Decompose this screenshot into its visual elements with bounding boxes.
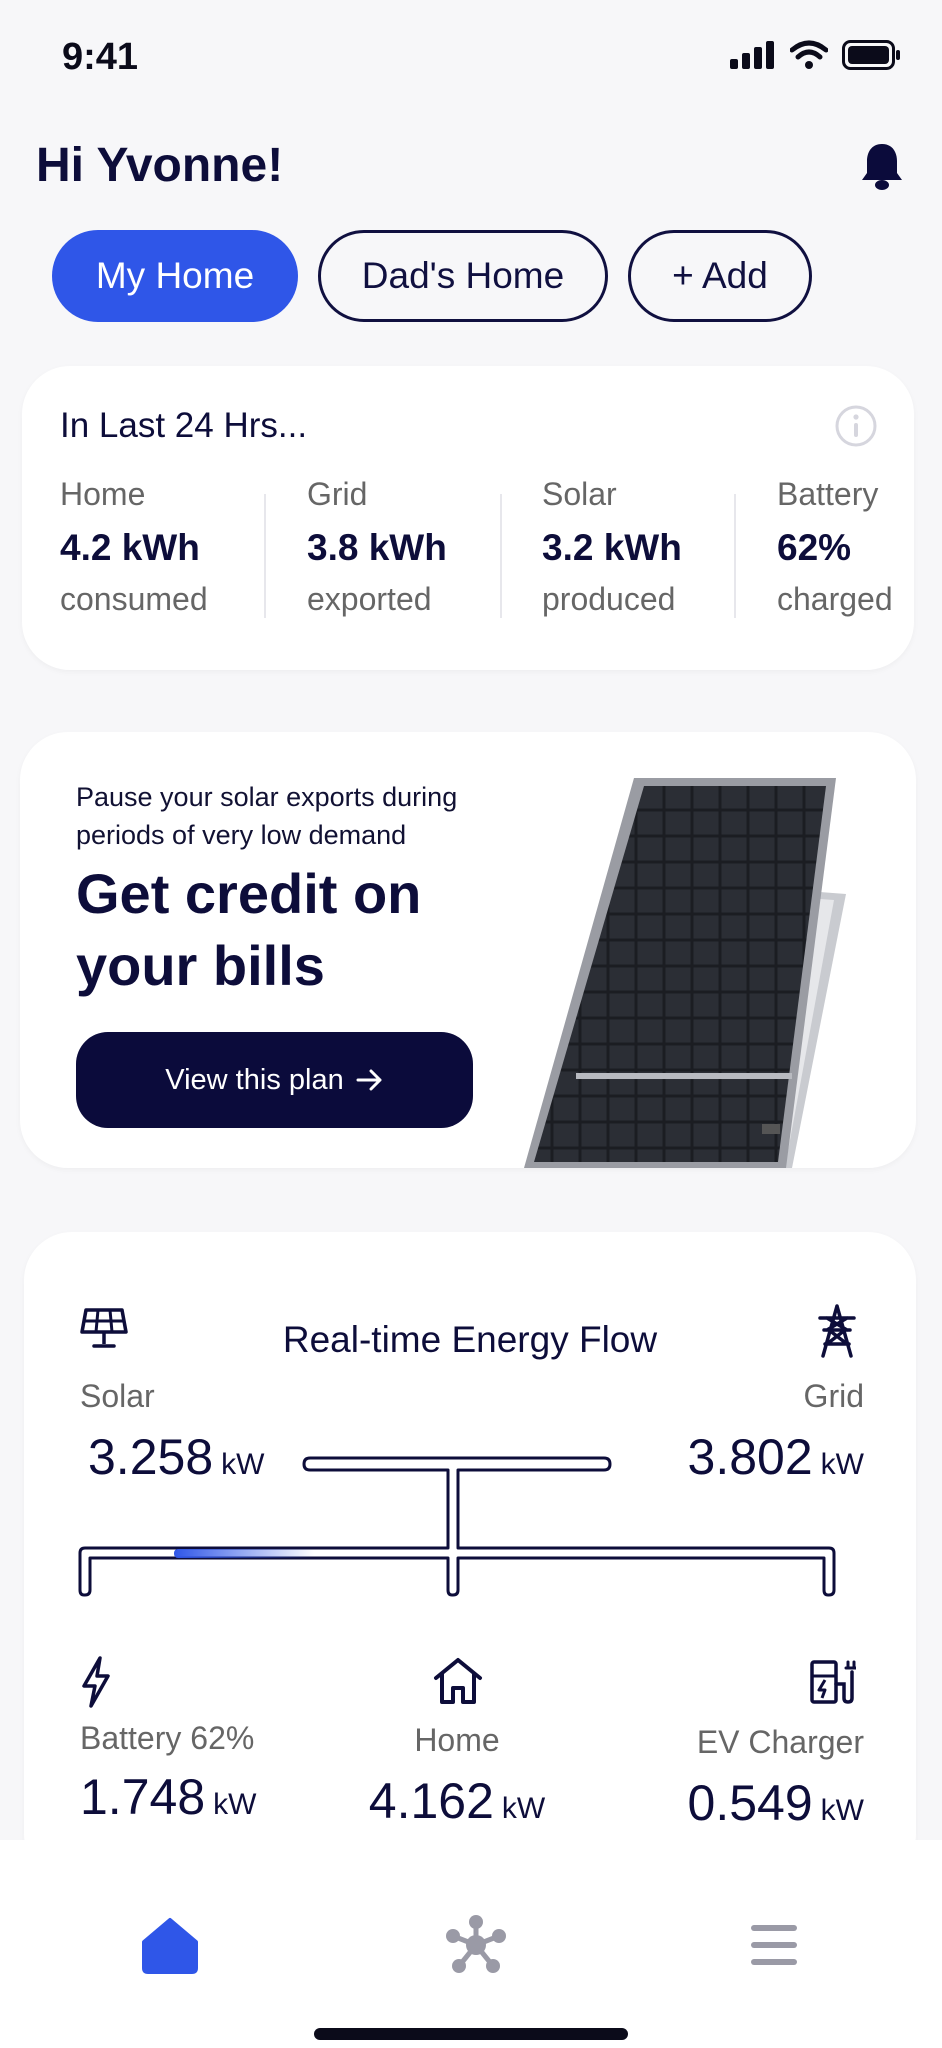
nav-network-button[interactable] <box>436 1910 516 1980</box>
home-chip-my-home[interactable]: My Home <box>52 230 298 322</box>
ev-charger-icon <box>810 1660 856 1704</box>
signal-icon <box>730 41 774 69</box>
greeting-heading: Hi Yvonne! <box>36 139 284 192</box>
bottom-navigation <box>0 1840 942 2048</box>
transmission-tower-icon <box>818 1304 856 1358</box>
stat-divider <box>500 494 502 618</box>
promo-headline: Get credit on your bills <box>76 862 422 997</box>
stat-sub: charged <box>777 581 893 617</box>
summary-title: In Last 24 Hrs... <box>60 406 308 445</box>
stat-battery: Battery 62% charged <box>777 476 893 618</box>
stat-label: Grid <box>307 476 368 512</box>
summary-card: In Last 24 Hrs... Home 4.2 kWh consumed … <box>22 366 914 670</box>
info-button[interactable] <box>834 404 878 453</box>
network-icon <box>446 1915 506 1973</box>
bell-icon <box>862 144 902 190</box>
house-icon <box>434 1658 482 1704</box>
home-unit: kW <box>501 1792 546 1825</box>
view-plan-label: View this plan <box>165 1063 344 1096</box>
ev-value-number: 0.549 <box>687 1775 813 1831</box>
ev-charger-label: EV Charger <box>696 1724 864 1760</box>
stat-value: 4.2 kWh <box>60 527 200 568</box>
solar-label: Solar <box>80 1378 155 1414</box>
ev-charger-value: 0.549 kW <box>688 1774 864 1832</box>
stat-solar: Solar 3.2 kWh produced <box>542 476 682 618</box>
stat-divider <box>264 494 266 618</box>
phone-screen: 9:41 Hi Yvonne! My Home Dad's Home + Add <box>0 0 942 2048</box>
home-chip-dads-home[interactable]: Dad's Home <box>318 230 608 322</box>
energy-flow-title: Real-time Energy Flow <box>282 1319 658 1360</box>
ev-unit: kW <box>820 1794 864 1827</box>
stat-sub: produced <box>542 581 676 617</box>
info-icon <box>835 405 877 447</box>
menu-icon <box>751 1925 797 1965</box>
notifications-button[interactable] <box>860 142 904 197</box>
battery-status-icon <box>842 40 900 70</box>
stat-divider <box>734 494 736 618</box>
promo-card: Pause your solar exports during periods … <box>20 732 916 1168</box>
stat-sub: consumed <box>60 581 208 617</box>
stat-sub: exported <box>307 581 432 617</box>
stat-label: Battery <box>777 476 879 512</box>
solar-panel-image <box>524 778 846 1168</box>
energy-flow-lines <box>78 1456 836 1597</box>
stat-label: Solar <box>542 476 617 512</box>
wifi-icon <box>790 40 828 69</box>
energy-flow-card: Real-time Energy Flow Solar 3.258 kW Grid… <box>24 1232 916 1882</box>
grid-label: Grid <box>803 1378 864 1414</box>
nav-menu-button[interactable] <box>734 1910 814 1980</box>
status-time: 9:41 <box>62 36 139 78</box>
home-indicator <box>314 2028 628 2040</box>
view-plan-button[interactable]: View this plan <box>76 1032 473 1128</box>
stat-home: Home 4.2 kWh consumed <box>60 476 208 618</box>
arrow-right-icon <box>356 1069 382 1091</box>
stat-label: Home <box>60 476 146 512</box>
nav-home-button[interactable] <box>130 1910 210 1980</box>
home-icon <box>142 1918 198 1974</box>
home-value-number: 4.162 <box>368 1773 494 1829</box>
status-icons <box>730 40 902 70</box>
lightning-bolt-icon <box>82 1656 110 1708</box>
solar-panel-icon <box>80 1308 128 1348</box>
stat-grid: Grid 3.8 kWh exported <box>307 476 447 618</box>
stat-value: 62% <box>777 527 852 568</box>
stat-value: 3.2 kWh <box>542 527 682 568</box>
promo-subtext: Pause your solar exports during periods … <box>76 782 458 850</box>
stat-value: 3.8 kWh <box>307 527 447 568</box>
add-home-button[interactable]: + Add <box>628 230 812 322</box>
